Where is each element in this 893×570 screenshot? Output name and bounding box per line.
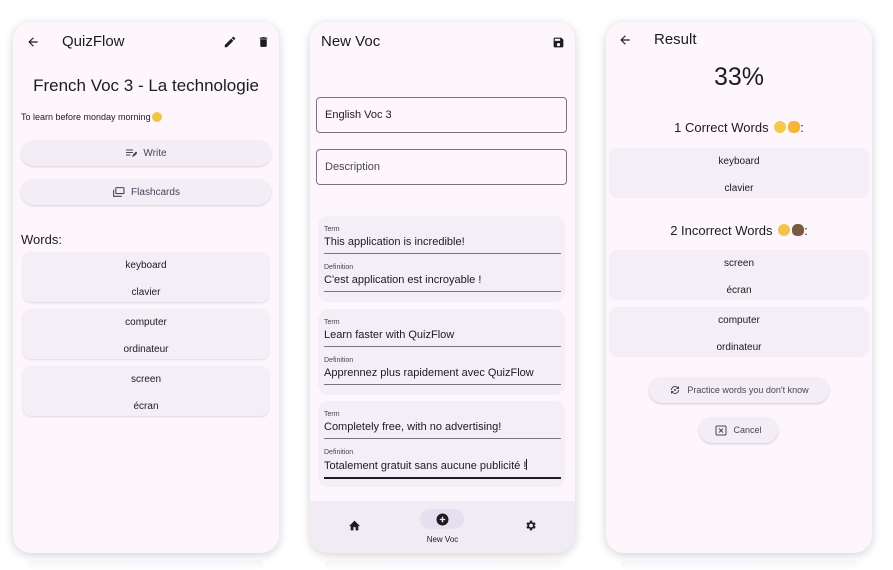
write-icon xyxy=(126,149,138,157)
cancel-button[interactable]: Cancel xyxy=(699,417,778,443)
word-term: computer xyxy=(125,317,167,328)
word-term: screen xyxy=(723,258,754,269)
deck-detail-screen: QuizFlow French Voc 3 - La technologie T… xyxy=(13,22,279,553)
definition-value: Apprennez plus rapidement avec QuizFlow xyxy=(324,367,534,379)
term-card: Term Learn faster with QuizFlow Definiti… xyxy=(318,309,565,395)
screen-title: New Voc xyxy=(321,33,381,50)
clap-emoji-icon xyxy=(788,121,801,133)
back-arrow-icon[interactable] xyxy=(23,32,43,52)
practice-button[interactable]: Practice words you don't know xyxy=(649,377,829,403)
nav-new-voc[interactable] xyxy=(420,509,464,529)
word-card[interactable]: screen écran xyxy=(23,366,269,416)
term-value: Completely free, with no advertising! xyxy=(324,421,502,433)
word-definition: clavier xyxy=(724,183,754,194)
term-label: Term xyxy=(324,226,340,233)
description-placeholder: Description xyxy=(325,161,381,173)
definition-field[interactable]: Definition C'est application est incroya… xyxy=(324,264,561,292)
word-definition: ordinateur xyxy=(716,342,762,353)
word-term: keyboard xyxy=(718,156,760,167)
flashcards-icon xyxy=(113,186,125,197)
term-field[interactable]: Term This application is incredible! xyxy=(324,226,561,254)
new-voc-screen: New Voc English Voc 3 Description Term T… xyxy=(310,22,575,553)
description-field[interactable]: Description xyxy=(316,149,567,185)
smile-emoji-icon xyxy=(774,121,787,133)
incorrect-heading-text: 2 Incorrect Words xyxy=(670,223,773,238)
deck-title: French Voc 3 - La technologie xyxy=(33,76,259,95)
cancel-label: Cancel xyxy=(733,425,762,435)
save-icon[interactable] xyxy=(548,32,568,52)
correct-heading: 1 Correct Words : xyxy=(674,120,804,135)
term-field[interactable]: Term Completely free, with no advertisin… xyxy=(324,411,561,439)
definition-label: Definition xyxy=(324,449,354,456)
app-title: QuizFlow xyxy=(62,33,125,50)
gear-icon[interactable] xyxy=(520,515,540,535)
word-definition: écran xyxy=(133,401,159,412)
write-label: Write xyxy=(143,147,167,159)
practice-icon xyxy=(671,386,680,394)
phone-reflection xyxy=(621,560,857,570)
back-arrow-icon[interactable] xyxy=(615,30,635,50)
add-circle-icon xyxy=(436,513,448,525)
term-label: Term xyxy=(324,319,340,326)
word-definition: clavier xyxy=(131,287,161,298)
write-button[interactable]: Write xyxy=(21,140,271,166)
definition-value: C'est application est incroyable ! xyxy=(324,274,482,286)
pencil-icon[interactable] xyxy=(220,32,240,52)
incorrect-word-card: screen écran xyxy=(609,250,869,300)
incorrect-heading: 2 Incorrect Words : xyxy=(670,223,808,238)
term-card: Term Completely free, with no advertisin… xyxy=(318,401,565,487)
correct-word-card: keyboard clavier xyxy=(609,148,869,198)
bottom-nav: New Voc xyxy=(310,501,575,553)
term-value: This application is incredible! xyxy=(324,236,465,248)
score-value: 33% xyxy=(713,63,765,91)
word-card[interactable]: computer ordinateur xyxy=(23,309,269,359)
word-card[interactable]: keyboard clavier xyxy=(23,252,269,302)
definition-label: Definition xyxy=(324,357,354,364)
poop-emoji-icon xyxy=(792,224,805,236)
deck-description: To learn before monday morning xyxy=(21,112,162,122)
flashcards-button[interactable]: Flashcards xyxy=(21,179,271,205)
term-field[interactable]: Term Learn faster with QuizFlow xyxy=(324,319,561,347)
correct-heading-text: 1 Correct Words xyxy=(674,120,769,135)
practice-label: Practice words you don't know xyxy=(687,385,809,395)
word-definition: ordinateur xyxy=(123,344,169,355)
definition-text: Totalement gratuit sans aucune publicité… xyxy=(324,460,527,472)
nav-new-voc-label: New Voc xyxy=(426,535,459,544)
phone-reflection xyxy=(325,560,561,570)
thinking-emoji-icon xyxy=(778,224,791,236)
incorrect-word-card: computer ordinateur xyxy=(609,307,869,357)
sleepy-emoji-icon xyxy=(151,112,162,122)
word-term: screen xyxy=(130,374,161,385)
definition-label: Definition xyxy=(324,264,354,271)
term-card: Term This application is incredible! Def… xyxy=(318,216,565,302)
definition-field[interactable]: Definition Apprennez plus rapidement ave… xyxy=(324,357,561,385)
deck-description-text: To learn before monday morning xyxy=(21,112,151,122)
words-heading: Words: xyxy=(21,232,62,247)
definition-field[interactable]: Definition Totalement gratuit sans aucun… xyxy=(324,449,561,479)
word-definition: écran xyxy=(726,285,752,296)
voc-name-field[interactable]: English Voc 3 xyxy=(316,97,567,133)
screen-title: Result xyxy=(654,31,697,48)
flashcards-label: Flashcards xyxy=(131,186,180,198)
home-icon[interactable] xyxy=(344,515,364,535)
result-screen: Result 33% 1 Correct Words : keyboard cl… xyxy=(606,22,872,553)
close-box-icon xyxy=(715,425,727,435)
definition-value: Totalement gratuit sans aucune publicité… xyxy=(324,459,561,472)
word-term: computer xyxy=(718,315,760,326)
word-term: keyboard xyxy=(125,260,167,271)
text-cursor xyxy=(526,459,528,470)
term-label: Term xyxy=(324,411,340,418)
term-value: Learn faster with QuizFlow xyxy=(324,329,455,341)
phone-reflection xyxy=(28,560,264,570)
trash-icon[interactable] xyxy=(253,32,273,52)
